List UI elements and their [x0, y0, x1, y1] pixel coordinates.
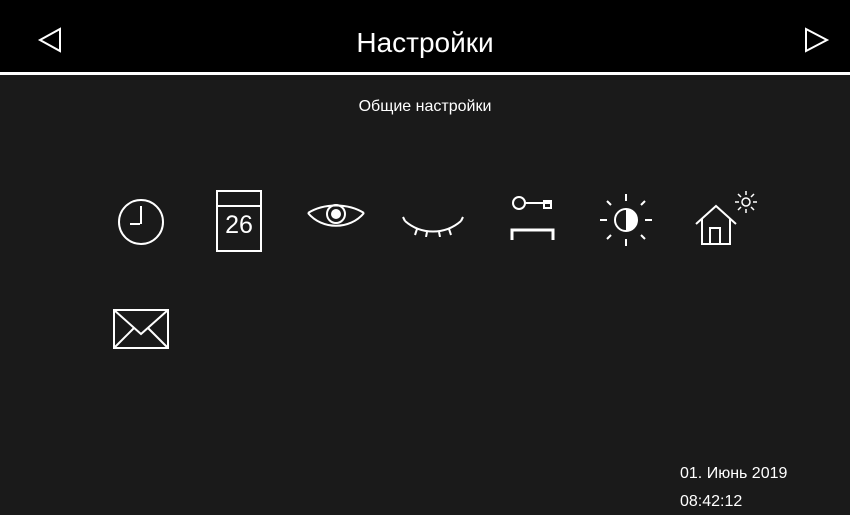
section-subtitle: Общие настройки — [358, 98, 492, 115]
home-setting-button[interactable] — [694, 188, 760, 248]
next-button[interactable] — [800, 22, 836, 58]
page-title: Настройки — [356, 27, 494, 58]
sleep-setting-button[interactable] — [401, 207, 465, 237]
brightness-setting-button[interactable] — [598, 190, 654, 250]
date-setting-button[interactable]: 26 — [211, 188, 263, 254]
access-setting-button[interactable] — [506, 194, 558, 244]
header-divider — [0, 72, 850, 75]
eye-open-icon — [307, 204, 365, 227]
triangle-right-icon — [805, 27, 830, 53]
message-setting-button[interactable] — [112, 308, 170, 350]
eye-closed-icon — [402, 216, 464, 237]
current-time: 08:42:12 — [680, 493, 743, 510]
calendar-day-number: 26 — [225, 211, 253, 239]
clock-setting-button[interactable] — [116, 197, 166, 247]
key-icon — [510, 196, 555, 240]
clock-icon — [118, 199, 164, 245]
display-setting-button[interactable] — [306, 204, 366, 234]
brightness-icon — [600, 194, 652, 246]
mail-icon — [113, 309, 169, 349]
home-sun-icon — [695, 191, 757, 245]
current-date: 01. Июнь 2019 — [680, 465, 788, 482]
